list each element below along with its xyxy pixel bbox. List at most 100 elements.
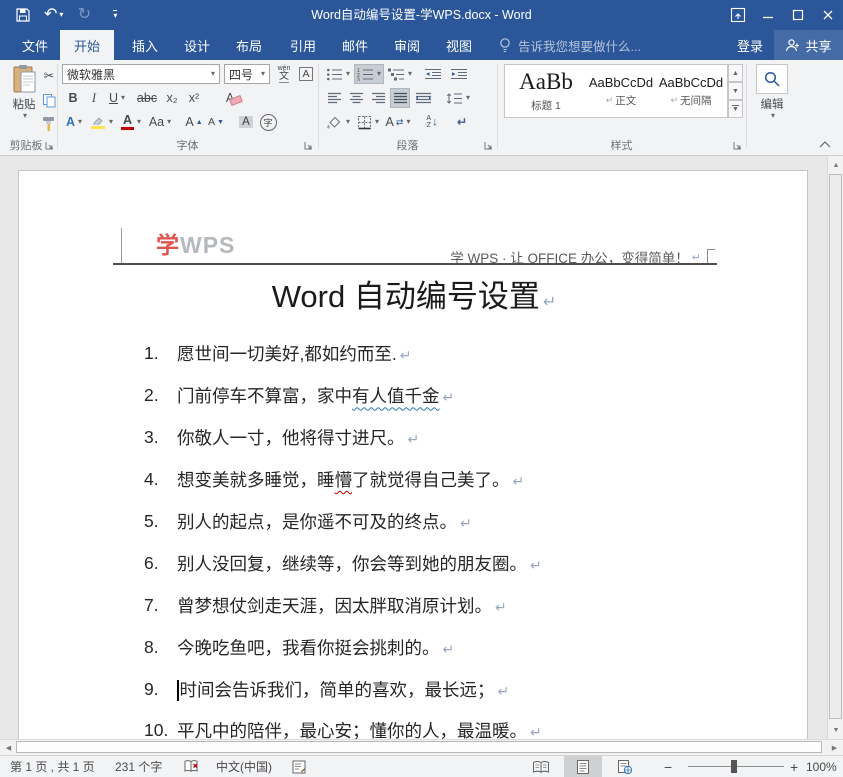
superscript-button[interactable]: x²	[184, 88, 204, 108]
list-item[interactable]: 10.平凡中的陪伴，最心安；懂你的人，最温暖。↵	[144, 710, 777, 739]
italic-button[interactable]: I	[86, 88, 102, 108]
undo-button[interactable]: ↶▾	[44, 2, 63, 28]
zoom-in-button[interactable]: +	[790, 756, 798, 777]
scroll-down-button[interactable]: ▼	[828, 722, 843, 738]
style-heading1[interactable]: AaBb 标题 1	[509, 65, 583, 117]
cut-button[interactable]: ✂	[40, 66, 58, 86]
customize-qat-button[interactable]: ▾	[105, 2, 123, 28]
list-item[interactable]: 1.愿世间一切美好,都如约而至.↵	[144, 333, 777, 375]
align-left-button[interactable]	[324, 88, 344, 108]
scroll-up-button[interactable]: ▲	[828, 157, 843, 173]
tell-me-box[interactable]: 告诉我您想要做什么...	[498, 30, 641, 60]
zoom-level[interactable]: 100%	[806, 756, 837, 777]
underline-button[interactable]: U▾	[104, 88, 130, 108]
zoom-slider-handle[interactable]	[731, 760, 737, 773]
phonetic-guide-button[interactable]: wén文	[274, 64, 294, 84]
numbering-button[interactable]: 123 ▾	[354, 64, 384, 84]
maximize-button[interactable]	[783, 0, 813, 30]
list-item[interactable]: 4.想变美就多睡觉，睡懵了就觉得自己美了。↵	[144, 459, 777, 501]
save-button[interactable]	[14, 2, 32, 28]
zoom-out-button[interactable]: −	[664, 756, 672, 777]
horizontal-scroll-thumb[interactable]	[16, 741, 822, 753]
tab-home[interactable]: 开始	[60, 30, 114, 60]
copy-button[interactable]	[40, 90, 58, 110]
list-item[interactable]: 7.曾梦想仗剑走天涯，因太胖取消原计划。↵	[144, 584, 777, 626]
read-mode-button[interactable]	[522, 756, 560, 777]
font-name-combo[interactable]: 微软雅黑▾	[62, 64, 220, 84]
minimize-button[interactable]	[753, 0, 783, 30]
shrink-font-button[interactable]: A▼	[206, 112, 226, 132]
editing-button[interactable]: 编辑 ▾	[752, 64, 792, 120]
style-normal[interactable]: AaBbCcDd ↵正文	[587, 65, 655, 117]
font-dialog-launcher[interactable]	[304, 139, 314, 149]
change-case-button[interactable]: Aa▾	[146, 112, 174, 132]
page-number-status[interactable]: 第 1 页 , 共 1 页	[10, 756, 95, 777]
list-item[interactable]: 8.今晚吃鱼吧，我看你挺会挑刺的。↵	[144, 626, 777, 668]
tab-view[interactable]: 视图	[432, 30, 486, 60]
sign-in-button[interactable]: 登录	[737, 30, 763, 60]
ribbon-display-options-button[interactable]	[723, 0, 753, 30]
language-status[interactable]: 中文(中国)	[216, 756, 272, 777]
word-count-status[interactable]: 231 个字	[115, 756, 162, 777]
web-layout-button[interactable]	[606, 756, 644, 777]
subscript-button[interactable]: x₂	[162, 88, 182, 108]
scroll-left-button[interactable]: ◀	[1, 740, 16, 755]
list-item[interactable]: 6.别人没回复，继续等，你会等到她的朋友圈。↵	[144, 542, 777, 584]
tab-insert[interactable]: 插入	[118, 30, 172, 60]
asian-layout-button[interactable]: A⇄▾	[384, 112, 412, 132]
list-item[interactable]: 9.时间会告诉我们，简单的喜欢，最长远；↵	[144, 668, 777, 710]
line-spacing-button[interactable]: ▾	[444, 88, 472, 108]
style-scroll-up-button[interactable]: ▲	[728, 64, 743, 82]
styles-dialog-launcher[interactable]	[733, 139, 743, 149]
tab-mailings[interactable]: 邮件	[328, 30, 382, 60]
style-no-spacing[interactable]: AaBbCcDd ↵无间隔	[657, 65, 725, 117]
font-size-combo[interactable]: 四号▾	[224, 64, 270, 84]
print-layout-button[interactable]	[564, 756, 602, 777]
redo-button[interactable]: ↻	[75, 2, 93, 28]
shading-button[interactable]: ▾	[324, 112, 352, 132]
decrease-indent-button[interactable]	[422, 64, 444, 84]
grow-font-button[interactable]: A▲	[184, 112, 204, 132]
vertical-scroll-thumb[interactable]	[829, 174, 842, 719]
close-button[interactable]	[813, 0, 843, 30]
align-center-button[interactable]	[346, 88, 366, 108]
borders-button[interactable]: ▾	[354, 112, 382, 132]
share-button[interactable]: 共享	[774, 30, 843, 60]
enclose-characters-button[interactable]: 字	[258, 112, 278, 132]
multilevel-list-button[interactable]: ▾	[386, 64, 414, 84]
clear-formatting-button[interactable]: A	[216, 88, 244, 108]
collapse-ribbon-button[interactable]	[818, 138, 832, 152]
proofing-errors-button[interactable]	[183, 756, 200, 777]
align-right-button[interactable]	[368, 88, 388, 108]
bold-button[interactable]: B	[64, 88, 82, 108]
distributed-button[interactable]	[412, 88, 434, 108]
tab-design[interactable]: 设计	[170, 30, 224, 60]
style-gallery-more-button[interactable]: ▼	[728, 100, 743, 118]
document-page[interactable]: 学WPS 学 WPS · 让 OFFICE 办公，变得简单！↵ Word 自动编…	[18, 170, 808, 739]
list-item[interactable]: 2.门前停车不算富，家中有人值千金↵	[144, 375, 777, 417]
increase-indent-button[interactable]	[448, 64, 470, 84]
tab-layout[interactable]: 布局	[222, 30, 276, 60]
text-highlight-button[interactable]: ▾	[88, 112, 116, 132]
vertical-scrollbar[interactable]: ▲ ▼	[827, 156, 843, 739]
format-painter-button[interactable]	[40, 114, 58, 134]
font-color-button[interactable]: A▾	[118, 112, 144, 132]
tab-references[interactable]: 引用	[276, 30, 330, 60]
tab-review[interactable]: 审阅	[380, 30, 434, 60]
text-effects-button[interactable]: A▾	[62, 112, 86, 132]
list-item[interactable]: 5.别人的起点，是你遥不可及的终点。↵	[144, 501, 777, 543]
strikethrough-button[interactable]: abc	[134, 88, 160, 108]
paragraph-dialog-launcher[interactable]	[484, 139, 494, 149]
style-scroll-down-button[interactable]: ▼	[728, 82, 743, 100]
horizontal-scrollbar[interactable]: ◀ ▶	[0, 739, 843, 755]
bullets-button[interactable]: ▾	[324, 64, 352, 84]
character-border-button[interactable]: A	[296, 64, 316, 84]
clipboard-dialog-launcher[interactable]	[45, 139, 55, 149]
tab-file[interactable]: 文件	[8, 30, 62, 60]
list-item[interactable]: 3.你敬人一寸，他将得寸进尺。↵	[144, 417, 777, 459]
show-hide-marks-button[interactable]: ↵	[452, 112, 472, 132]
paste-button[interactable]: 粘贴 ▾	[4, 64, 44, 120]
scroll-right-button[interactable]: ▶	[827, 740, 842, 755]
justify-button[interactable]	[390, 88, 410, 108]
macro-record-button[interactable]	[292, 756, 306, 777]
